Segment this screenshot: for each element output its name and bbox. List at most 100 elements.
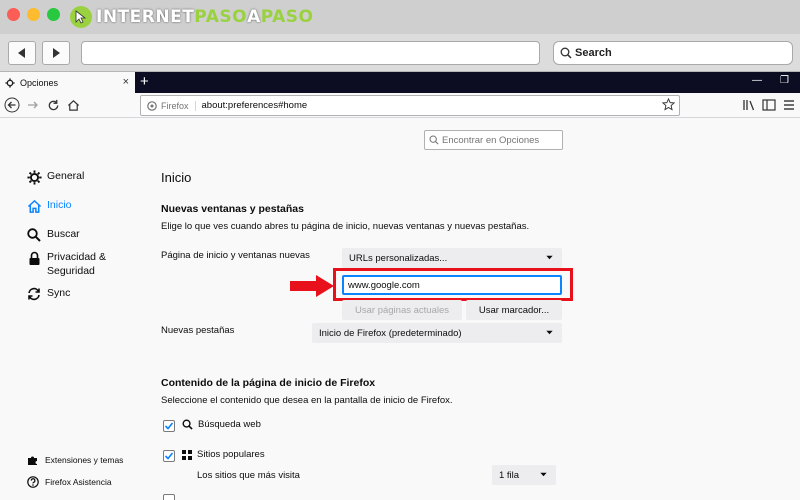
top-sites-checkbox[interactable] <box>163 450 175 462</box>
highlight-annotation <box>333 268 573 301</box>
homepage-select-value: URLs personalizadas... <box>349 252 448 264</box>
section-home-content-title: Contenido de la página de inicio de Fire… <box>161 377 376 389</box>
menu-button[interactable] <box>780 96 798 114</box>
category-buscar-label: Buscar <box>47 228 80 240</box>
use-bookmark-button[interactable]: Usar marcador... <box>466 300 562 320</box>
home-button[interactable] <box>64 96 82 114</box>
chevron-down-icon <box>545 328 554 340</box>
extensions-themes-link[interactable]: Extensiones y temas <box>26 454 123 466</box>
top-sites-row: Sitios populares <box>182 449 265 460</box>
find-input[interactable] <box>442 134 557 146</box>
web-search-label: Búsqueda web <box>198 419 261 430</box>
section-new-windows-description: Elige lo que ves cuando abres tu página … <box>161 221 530 232</box>
checkmark-icon <box>164 452 174 460</box>
top-sites-description: Los sitios que más visita <box>197 470 300 481</box>
sidebar-button[interactable] <box>760 96 778 114</box>
close-tab-icon[interactable]: × <box>123 76 129 88</box>
new-tabs-select-value: Inicio de Firefox (predeterminado) <box>319 327 462 339</box>
category-buscar[interactable]: Buscar <box>26 227 80 243</box>
top-sites-label: Sitios populares <box>197 449 265 460</box>
minimize-window-button[interactable] <box>27 8 40 21</box>
category-sync[interactable]: Sync <box>26 286 70 302</box>
mac-back-button[interactable] <box>8 41 36 65</box>
firefox-support-link[interactable]: Firefox Asistencia <box>26 476 112 488</box>
search-icon <box>560 47 572 59</box>
grid-icon <box>182 449 192 460</box>
url-text: about:preferences#home <box>201 100 308 111</box>
minimize-icon[interactable]: — <box>752 75 762 86</box>
tab-title: Opciones <box>20 77 59 88</box>
category-privacidad-line1: Privacidad & <box>47 251 106 263</box>
bookmark-star-icon[interactable] <box>661 97 676 114</box>
forward-triangle-icon <box>53 48 60 58</box>
category-privacidad-line2: Seguridad <box>47 265 95 277</box>
new-tabs-label: Nuevas pestañas <box>161 325 235 336</box>
next-checkbox[interactable] <box>163 494 175 500</box>
gear-icon <box>5 77 15 88</box>
url-bar[interactable]: Firefox about:preferences#home <box>140 95 680 116</box>
section-new-windows-title: Nuevas ventanas y pestañas <box>161 203 304 215</box>
use-current-pages-button[interactable]: Usar páginas actuales <box>342 300 462 320</box>
chevron-down-icon <box>539 470 548 482</box>
search-icon <box>26 227 42 243</box>
brand-text-paso2: PASO <box>260 7 314 27</box>
home-icon <box>67 99 79 111</box>
brand-text-paso: PASO <box>194 7 248 27</box>
web-search-checkbox[interactable] <box>163 420 175 432</box>
category-inicio[interactable]: Inicio <box>26 198 72 214</box>
category-sync-label: Sync <box>47 287 71 299</box>
chevron-down-icon <box>545 253 554 265</box>
homepage-select[interactable]: URLs personalizadas... <box>342 248 562 268</box>
brand-logo: INTERNET PASO A PASO <box>70 4 314 30</box>
rows-select-value: 1 fila <box>499 469 520 481</box>
sync-icon <box>26 286 42 302</box>
close-window-button[interactable] <box>7 8 20 21</box>
top-sites-rows-select[interactable]: 1 fila <box>492 465 556 485</box>
help-circle-icon <box>26 476 40 488</box>
red-arrow-annotation-icon <box>290 275 334 297</box>
search-icon <box>429 135 439 145</box>
category-privacidad[interactable]: Privacidad & Seguridad <box>26 250 106 278</box>
lock-icon <box>26 250 42 266</box>
tab-opciones[interactable]: Opciones × <box>0 72 135 93</box>
navigation-toolbar: Firefox about:preferences#home <box>0 93 800 118</box>
homepage-label: Página de inicio y ventanas nuevas <box>161 250 310 261</box>
category-general[interactable]: General <box>26 169 84 185</box>
zoom-window-button[interactable] <box>47 8 60 21</box>
extensions-themes-label: Extensiones y temas <box>45 455 124 465</box>
find-in-options[interactable] <box>424 130 563 150</box>
section-home-content-description: Seleccione el contenido que desea en la … <box>161 395 453 406</box>
mac-search-field[interactable]: Search <box>553 41 793 65</box>
web-search-row: Búsqueda web <box>182 419 261 430</box>
reload-icon <box>48 99 58 110</box>
home-icon <box>26 198 42 214</box>
new-tabs-select[interactable]: Inicio de Firefox (predeterminado) <box>312 323 562 343</box>
mac-forward-button[interactable] <box>42 41 70 65</box>
mac-address-field[interactable] <box>81 41 540 65</box>
arrow-left-icon <box>4 97 20 113</box>
back-button[interactable] <box>3 96 21 114</box>
firefox-support-label: Firefox Asistencia <box>45 477 112 487</box>
library-button[interactable] <box>740 96 758 114</box>
firefox-identity-icon <box>147 100 157 111</box>
mac-toolbar: Search <box>0 34 800 72</box>
category-inicio-label: Inicio <box>47 199 72 211</box>
back-triangle-icon <box>18 48 25 58</box>
search-icon <box>182 419 193 430</box>
category-general-label: General <box>47 170 85 182</box>
new-tab-button[interactable]: + <box>140 73 149 90</box>
brand-text-internet: INTERNET <box>96 7 195 27</box>
brand-text-a: A <box>247 7 261 27</box>
puzzle-piece-icon <box>26 454 40 466</box>
hamburger-menu-icon <box>784 100 794 110</box>
library-icon <box>743 100 755 111</box>
forward-button[interactable] <box>24 96 42 114</box>
arrow-right-icon <box>28 101 38 109</box>
gear-icon <box>26 169 42 185</box>
page-title: Inicio <box>161 170 192 185</box>
category-privacidad-label: Privacidad & Seguridad <box>47 250 106 278</box>
restore-icon[interactable]: ❐ <box>780 75 789 86</box>
tab-strip: Opciones × + — ❐ <box>0 72 800 93</box>
reload-button[interactable] <box>44 96 62 114</box>
identity-label: Firefox <box>161 100 196 111</box>
